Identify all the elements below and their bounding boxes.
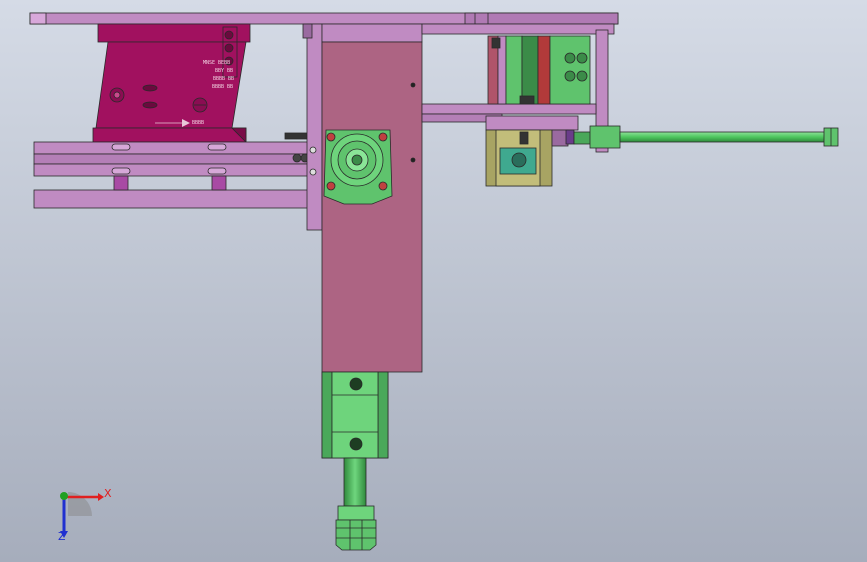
angled-mounting-bracket[interactable]	[92, 23, 251, 143]
engraved-line-1: MNSE BEBB	[203, 60, 231, 66]
left-slide-rail-assembly[interactable]	[33, 132, 311, 209]
engraved-arrow-text: BBBB	[192, 120, 205, 126]
top-frame-plate[interactable]	[29, 12, 619, 25]
main-cylinder-body[interactable]	[321, 41, 423, 373]
z-axis-label: Z	[58, 530, 66, 543]
y-axis-point	[60, 492, 68, 500]
engraved-line-4: BBBB BB	[212, 84, 234, 90]
x-axis-label: X	[104, 487, 112, 500]
engraved-line-3: BBBB BB	[213, 76, 235, 82]
cad-graphics-viewport[interactable]: MNSE BEBB BBY BB BBBB BB BBBB BB BBBB X …	[0, 0, 867, 562]
cad-model-canvas[interactable]	[0, 0, 867, 562]
valve-manifold-stack[interactable]	[487, 35, 591, 105]
engraved-line-2: BBY BB	[215, 68, 234, 74]
